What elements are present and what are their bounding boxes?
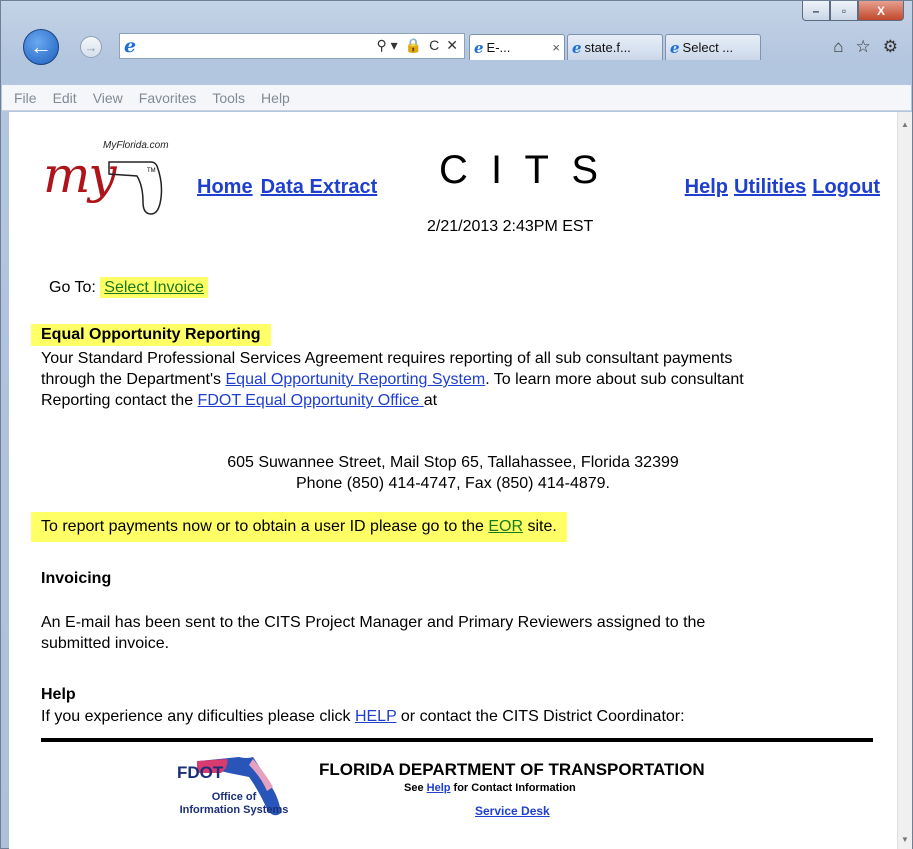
ois-line-1: Office of (211, 791, 257, 803)
eo-address: 605 Suwannee Street, Mail Stop 65, Talla… (9, 452, 897, 494)
ie-tab-icon: e (474, 38, 484, 57)
goto-row: Go To: Select Invoice (49, 277, 208, 298)
tab-label: state.f... (584, 40, 631, 55)
eor-line-2-text: through the Department's (41, 371, 226, 388)
service-desk-link[interactable]: Service Desk (475, 804, 550, 818)
stop-icon[interactable]: ✕ (446, 37, 458, 54)
address-line-1: 605 Suwannee Street, Mail Stop 65, Talla… (227, 454, 679, 471)
page-title: C I T S (439, 148, 605, 192)
eor-line-3-tail: at (423, 392, 438, 409)
maximize-button[interactable]: ▫ (830, 1, 858, 21)
refresh-icon[interactable]: C (429, 37, 439, 54)
menu-help[interactable]: Help (253, 90, 298, 106)
service-desk-row: Service Desk (475, 804, 550, 818)
window-controls: – ▫ X (802, 1, 904, 21)
vertical-scrollbar[interactable]: ▲ ▼ (897, 112, 912, 849)
page-viewport: MyFlorida.com my TM Home Data Extract C … (9, 112, 897, 849)
back-arrow-icon: ← (30, 34, 52, 59)
toolbar-icons: ⌂ ☆ ⚙ (833, 37, 898, 57)
header-nav-right: Help Utilities Logout (685, 176, 880, 199)
footer-contact-line: See Help for Contact Information (404, 782, 576, 794)
header-nav-left: Home Data Extract (197, 176, 377, 199)
ois-line-2: Information Systems (179, 804, 289, 816)
eor-line-2-tail: . To learn more about sub consultant (485, 371, 744, 388)
address-tools: ⚲ ▾ 🔒 C ✕ (377, 37, 458, 54)
navigation-bar: ← → e ⚲ ▾ 🔒 C ✕ e E-... × e state.f... e… (1, 23, 912, 73)
help-link[interactable]: Help (685, 176, 728, 199)
fdot-logo: FDOT Office of Information Systems (169, 747, 319, 827)
report-payments-line: To report payments now or to obtain a us… (31, 512, 567, 542)
tab-select[interactable]: e Select ... (665, 34, 761, 60)
eor-line-3: Reporting contact the FDOT Equal Opportu… (41, 390, 871, 411)
tab-state[interactable]: e state.f... (567, 34, 663, 60)
menu-file[interactable]: File (6, 90, 45, 106)
tab-close-icon[interactable]: × (552, 40, 560, 55)
report-text: To report payments now or to obtain a us… (41, 518, 489, 535)
scroll-up-icon[interactable]: ▲ (901, 120, 909, 129)
home-icon[interactable]: ⌂ (833, 37, 843, 57)
address-line-2: Phone (850) 414-4747, Fax (850) 414-4879… (296, 475, 610, 492)
back-button[interactable]: ← (23, 29, 59, 65)
browser-window: – ▫ X ← → e ⚲ ▾ 🔒 C ✕ e E-... × e state.… (0, 0, 913, 849)
data-extract-link[interactable]: Data Extract (261, 176, 378, 199)
fdot-logo-text: FDOT (177, 763, 224, 782)
address-bar[interactable]: e ⚲ ▾ 🔒 C ✕ (119, 33, 465, 59)
lock-icon[interactable]: 🔒 (405, 37, 422, 54)
help-text-post: or contact the CITS District Coordinator… (396, 708, 685, 725)
report-tail: site. (523, 518, 557, 535)
menu-view[interactable]: View (85, 90, 131, 106)
utilities-link[interactable]: Utilities (734, 176, 806, 199)
forward-button[interactable]: → (80, 36, 102, 58)
eor-site-link[interactable]: EOR (488, 518, 523, 535)
footer-divider (41, 738, 873, 742)
eor-system-link[interactable]: Equal Opportunity Reporting System (226, 371, 486, 388)
settings-gear-icon[interactable]: ⚙ (883, 37, 898, 57)
forward-arrow-icon: → (84, 39, 98, 55)
scroll-down-icon[interactable]: ▼ (901, 835, 909, 844)
home-link[interactable]: Home (197, 176, 253, 199)
help-text: If you experience any dificulties please… (41, 706, 871, 727)
logo-my-text: my (43, 146, 117, 204)
invoicing-heading: Invoicing (41, 570, 112, 587)
tab-eor[interactable]: e E-... × (469, 34, 565, 60)
help-inline-link[interactable]: HELP (355, 708, 397, 725)
menu-favorites[interactable]: Favorites (131, 90, 205, 106)
help-heading: Help (41, 686, 76, 703)
invoicing-text: An E-mail has been sent to the CITS Proj… (41, 612, 871, 654)
ie-page-icon: e (124, 35, 137, 57)
favorites-star-icon[interactable]: ☆ (856, 37, 871, 57)
myflorida-logo: MyFlorida.com my TM (37, 132, 187, 222)
invoicing-line-1: An E-mail has been sent to the CITS Proj… (41, 614, 706, 631)
eor-line-2: through the Department's Equal Opportuni… (41, 369, 871, 390)
footer-help-link[interactable]: Help (427, 782, 451, 794)
goto-label: Go To: (49, 279, 96, 296)
menu-edit[interactable]: Edit (45, 90, 85, 106)
ie-tab-icon: e (670, 38, 680, 57)
svg-text:TM: TM (147, 168, 156, 174)
menu-tools[interactable]: Tools (204, 90, 253, 106)
footer-sub-post: for Contact Information (450, 782, 576, 794)
footer-sub-pre: See (404, 782, 427, 794)
select-invoice-link[interactable]: Select Invoice (100, 277, 208, 298)
eor-paragraph: Your Standard Professional Services Agre… (41, 348, 871, 411)
menu-bar: File Edit View Favorites Tools Help (2, 85, 911, 111)
eo-office-link[interactable]: FDOT Equal Opportunity Office (198, 392, 424, 409)
invoicing-line-2: submitted invoice. (41, 635, 170, 652)
search-dropdown-icon[interactable]: ⚲ ▾ (377, 37, 398, 54)
close-window-button[interactable]: X (858, 1, 904, 21)
tab-label: E-... (486, 40, 511, 55)
florida-outline-icon: TM (108, 161, 163, 215)
tab-label: Select ... (682, 40, 734, 55)
ois-text: Office of Information Systems (169, 791, 299, 817)
fdot-title: FLORIDA DEPARTMENT OF TRANSPORTATION (319, 760, 705, 779)
eor-line-1: Your Standard Professional Services Agre… (41, 350, 733, 367)
eor-line-3-text: Reporting contact the (41, 392, 198, 409)
ie-tab-icon: e (572, 38, 582, 57)
help-text-pre: If you experience any dificulties please… (41, 708, 355, 725)
timestamp: 2/21/2013 2:43PM EST (427, 218, 594, 235)
minimize-button[interactable]: – (802, 1, 830, 21)
eor-heading: Equal Opportunity Reporting (31, 324, 271, 346)
logout-link[interactable]: Logout (812, 176, 880, 199)
